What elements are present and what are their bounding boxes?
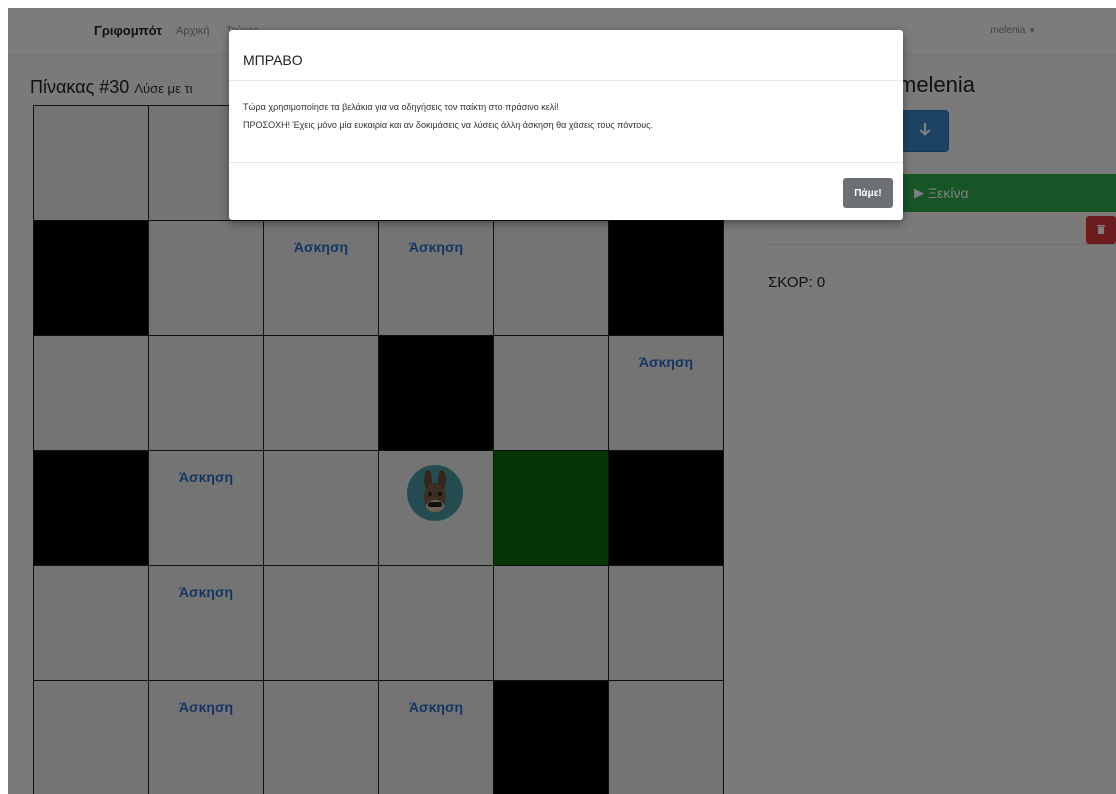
bravo-modal: ΜΠΡΑΒΟ Τώρα χρησιμοποίησε τα βελάκια για… [229,30,903,220]
modal-footer [229,162,903,163]
modal-header [229,30,903,81]
modal-ok-button[interactable]: Πάμε! [843,178,893,208]
modal-instructions: Τώρα χρησιμοποίησε τα βελάκια για να οδη… [243,102,559,112]
app-root: Γριφομπότ Αρχική Τεύχος melenia ▼ Πίνακα… [8,8,1116,794]
modal-warning: ΠΡΟΣΟΧΗ! Έχεις μόνο μία ευκαιρία και αν … [243,120,653,130]
modal-title: ΜΠΡΑΒΟ [243,52,303,68]
modal-body: Τώρα χρησιμοποίησε τα βελάκια για να οδη… [243,98,889,134]
